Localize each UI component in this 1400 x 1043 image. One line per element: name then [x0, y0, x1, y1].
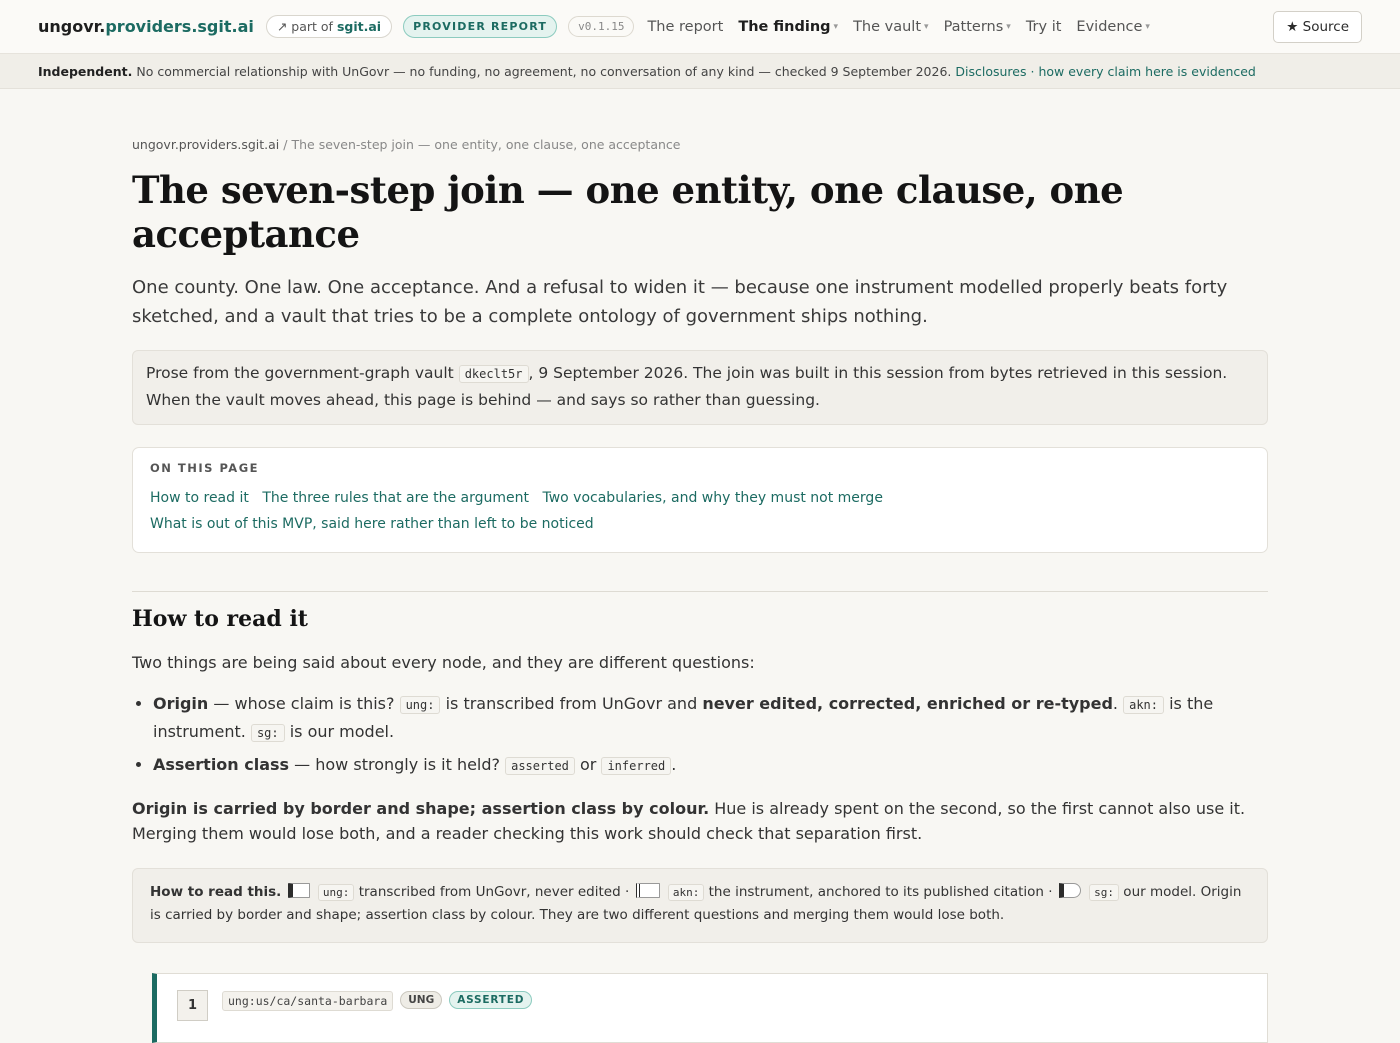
notice-separator: · — [1030, 63, 1035, 79]
assertion-or: or — [574, 755, 602, 774]
caret-down-icon: ▾ — [1145, 21, 1150, 32]
section-divider — [132, 591, 1268, 592]
provider-report-badge: PROVIDER REPORT — [403, 15, 558, 38]
inferred-code: inferred — [601, 757, 672, 775]
nav-patterns[interactable]: Patterns ▾ — [944, 19, 1011, 35]
list-item-origin: Origin — whose claim is this? ung: is tr… — [153, 691, 1268, 746]
version-badge: v0.1.15 — [568, 16, 635, 37]
ung-origin-swatch-icon — [287, 882, 310, 898]
legend-sg-code: sg: — [1089, 883, 1120, 901]
assertion-term: Assertion class — [153, 755, 290, 774]
legend-ung-code: ung: — [317, 883, 355, 901]
node-iri-code: ung:us/ca/santa-barbara — [222, 990, 394, 1011]
encoding-legend: How to read this. ung: transcribed from … — [132, 867, 1268, 943]
step-number: 1 — [177, 989, 208, 1021]
part-of-target: sgit.ai — [336, 19, 382, 34]
nav-label: The report — [647, 18, 724, 35]
list-item-assertion-class: Assertion class — how strongly is it hel… — [153, 752, 1268, 780]
toc-links: How to read it The three rules that are … — [150, 485, 1250, 537]
origin-emphasis: never edited, corrected, enriched or re-… — [702, 694, 1113, 713]
page-lede: One county. One law. One acceptance. And… — [132, 277, 1228, 327]
toc-link-how-to-read[interactable]: How to read it — [150, 490, 258, 506]
nav-the-report[interactable]: The report — [647, 19, 723, 35]
caret-down-icon: ▾ — [924, 21, 929, 32]
legend-ung-text: transcribed from UnGovr, never edited · — [354, 883, 634, 900]
toc-link-label: Two vocabularies, and why they must not … — [542, 490, 883, 506]
provenance-note: Prose from the government-graph vault dk… — [132, 350, 1268, 425]
section-intro: Two things are being said about every no… — [132, 653, 755, 672]
notice-text: No commercial relationship with UnGovr —… — [136, 63, 952, 79]
nav-try-it[interactable]: Try it — [1026, 19, 1062, 35]
site-brand-link[interactable]: ungovr.providers.sgit.ai — [38, 17, 254, 36]
origin-question: — whose claim is this? — [208, 694, 400, 713]
independence-notice: Independent. No commercial relationship … — [0, 54, 1400, 89]
sg-prefix-code: sg: — [250, 723, 285, 742]
evidence-method-link[interactable]: how every claim here is evidenced — [1038, 64, 1255, 79]
breadcrumb-separator: / — [279, 137, 292, 152]
disclosures-link[interactable]: Disclosures — [955, 64, 1026, 79]
toc-link-out-of-mvp[interactable]: What is out of this MVP, said here rathe… — [150, 516, 603, 532]
nav-label: Try it — [1025, 18, 1062, 35]
nav-label: The vault — [853, 18, 922, 35]
caret-down-icon: ▾ — [833, 21, 839, 32]
nav-evidence[interactable]: Evidence ▾ — [1076, 19, 1150, 35]
part-of-prefix: ↗ part of — [276, 19, 333, 34]
assertion-end: . — [671, 755, 677, 774]
nav-the-finding[interactable]: The finding ▾ — [738, 19, 838, 35]
akn-prefix-code: akn: — [1123, 696, 1164, 714]
assertion-question: — how strongly is it held? — [289, 755, 506, 774]
encoding-rule: Origin is carried by border and shape; a… — [132, 796, 1268, 846]
caret-down-icon: ▾ — [1006, 21, 1011, 32]
origin-badge: UNG — [400, 990, 443, 1009]
ung-prefix-code: ung: — [399, 696, 441, 714]
akn-origin-swatch-icon — [635, 882, 660, 898]
breadcrumb-root-link[interactable]: ungovr.providers.sgit.ai — [132, 137, 279, 152]
breadcrumb-current: The seven-step join — one entity, one cl… — [291, 137, 681, 152]
vault-id-code: dkeclt5r — [458, 365, 529, 383]
nav-label: Patterns — [943, 18, 1004, 35]
breadcrumb: ungovr.providers.sgit.ai / The seven-ste… — [132, 137, 1268, 152]
main-content: ungovr.providers.sgit.ai / The seven-ste… — [132, 137, 1268, 1043]
nav-label: The finding — [738, 18, 831, 35]
encoding-rule-strong: Origin is carried by border and shape; a… — [132, 798, 710, 818]
join-step-card: 1 ung:us/ca/santa-barbara UNG ASSERTED — [152, 972, 1268, 1043]
asserted-code: asserted — [505, 757, 575, 775]
provenance-pre: Prose from the government-graph vault — [146, 364, 454, 382]
brand-plain: ungovr. — [38, 17, 106, 36]
part-of-link[interactable]: ↗ part of sgit.ai — [265, 15, 393, 38]
toc-link-label: What is out of this MVP, said here rathe… — [150, 516, 594, 532]
origin-text: is transcribed from UnGovr and — [440, 694, 703, 713]
assertion-class-badge: ASSERTED — [449, 990, 533, 1009]
section-heading: How to read it — [132, 606, 308, 632]
legend-akn-text: the instrument, anchored to its publishe… — [704, 883, 1057, 900]
origin-text: is our model. — [284, 721, 395, 741]
legend-akn-code: akn: — [667, 883, 705, 901]
toc-link-label: How to read it — [150, 490, 249, 506]
origin-text: . — [1112, 694, 1124, 713]
notice-lead: Independent. — [38, 63, 133, 79]
sg-origin-swatch-icon — [1058, 882, 1081, 898]
page-title: The seven-step join — one entity, one cl… — [132, 168, 1124, 256]
toc-link-three-rules[interactable]: The three rules that are the argument — [262, 490, 538, 506]
top-bar: ungovr.providers.sgit.ai ↗ part of sgit.… — [0, 0, 1400, 54]
brand-accent: providers.sgit.ai — [105, 17, 254, 36]
legend-title: How to read this. — [150, 883, 282, 900]
toc-title: ON THIS PAGE — [150, 461, 260, 475]
toc-link-label: The three rules that are the argument — [262, 490, 530, 506]
nav-the-vault[interactable]: The vault ▾ — [853, 19, 928, 35]
question-list: Origin — whose claim is this? ung: is tr… — [132, 691, 1268, 780]
table-of-contents: ON THIS PAGE How to read it The three ru… — [132, 447, 1268, 553]
origin-term: Origin — [153, 694, 209, 713]
nav-label: Evidence — [1076, 18, 1143, 35]
main-nav: The report The finding ▾ The vault ▾ Patte… — [647, 19, 1149, 35]
source-button[interactable]: ★ Source — [1273, 11, 1362, 43]
toc-link-two-vocabularies[interactable]: Two vocabularies, and why they must not … — [542, 490, 891, 506]
